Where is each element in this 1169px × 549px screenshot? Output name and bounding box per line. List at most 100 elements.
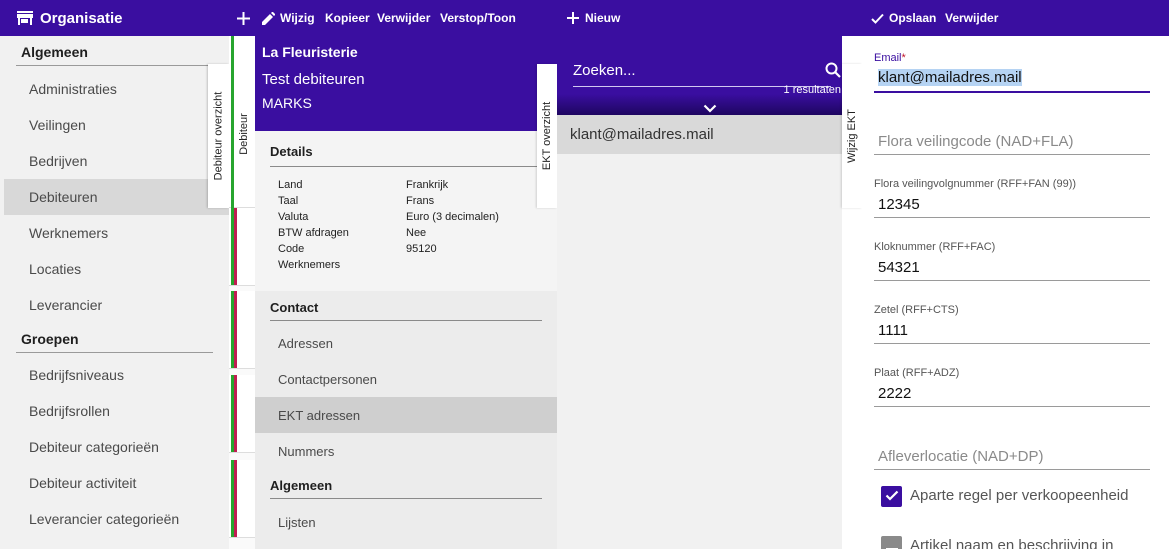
list-item[interactable]	[229, 291, 255, 369]
sidebar-item-veilingen[interactable]: Veilingen	[4, 107, 229, 143]
sidebar-item-leverancier-categorieen[interactable]: Leverancier categorieën	[4, 501, 229, 537]
sidebar-item-debiteur-activiteit[interactable]: Debiteur activiteit	[4, 465, 229, 501]
list-item[interactable]	[229, 208, 255, 286]
required-mark: *	[901, 52, 906, 64]
copy-label: Kopieer	[325, 11, 370, 25]
field-underline	[874, 343, 1150, 344]
tab-wijzig-ekt[interactable]: Wijzig EKT	[842, 64, 862, 208]
new-button[interactable]: Nieuw	[567, 0, 620, 36]
email-label: Email*	[874, 52, 906, 64]
list-item[interactable]	[229, 375, 255, 453]
field-underline	[874, 406, 1150, 407]
hide-show-label: Verstop/Toon	[440, 11, 516, 25]
edit-label: Wijzig	[280, 11, 315, 25]
debtor-header: La Fleuristerie Test debiteuren MARKS	[255, 36, 557, 131]
field-label: Code	[278, 243, 305, 255]
minus-icon	[885, 538, 898, 549]
contact-title: Contact	[270, 300, 319, 315]
sidebar-item-bedrijfsniveaus[interactable]: Bedrijfsniveaus	[4, 357, 229, 393]
debtor-name: La Fleuristerie	[262, 44, 358, 60]
save-button[interactable]: Opslaan	[871, 0, 936, 36]
search-input[interactable]: Zoeken...	[573, 62, 636, 79]
field-underline	[874, 280, 1150, 281]
status-bar	[234, 460, 237, 537]
menu-item-nummers[interactable]: Nummers	[255, 433, 557, 469]
field-value: Frans	[406, 195, 435, 207]
plus-icon	[567, 12, 579, 24]
sidebar-item-administraties[interactable]: Administraties	[4, 71, 229, 107]
copy-button[interactable]: Kopieer	[325, 0, 370, 36]
search-icon[interactable]	[825, 62, 841, 83]
tab-debiteur[interactable]: Debiteur	[234, 96, 254, 172]
plus-icon	[237, 11, 250, 25]
delete-ekt-button[interactable]: Verwijder	[945, 0, 998, 36]
tab-debiteur-overzicht-label: Debiteur overzicht	[212, 91, 225, 181]
sidebar-section-title: Groepen	[21, 331, 79, 347]
article-name-checkbox[interactable]	[881, 536, 902, 549]
sidebar-item-debiteuren[interactable]: Debiteuren	[4, 179, 229, 215]
menu-item-adressen[interactable]: Adressen	[255, 325, 557, 361]
field-label: BTW afdragen	[278, 227, 349, 239]
separate-line-checkbox[interactable]	[881, 486, 902, 507]
app-title[interactable]: Organisatie	[16, 0, 123, 36]
divider	[270, 166, 542, 167]
sidebar-item-bedrijven[interactable]: Bedrijven	[4, 143, 229, 179]
plate-field[interactable]: 2222	[878, 385, 911, 402]
email-field[interactable]: klant@mailadres.mail	[878, 69, 1022, 86]
sidebar-item-werknemers[interactable]: Werknemers	[4, 215, 229, 251]
field-value: Nee	[406, 227, 427, 239]
check-icon	[885, 488, 899, 506]
tab-wijzig-ekt-label: Wijzig EKT	[846, 109, 858, 163]
sidebar-section-title: Algemeen	[21, 44, 88, 60]
divider	[270, 320, 542, 321]
sidebar-item-leverancier[interactable]: Leverancier	[4, 287, 229, 323]
hide-show-button[interactable]: Verstop/Toon	[440, 0, 516, 36]
check-icon	[871, 13, 884, 24]
list-item[interactable]	[229, 460, 255, 538]
flora-code-field[interactable]: Flora veilingcode (NAD+FLA)	[878, 133, 1074, 150]
field-value: Euro (3 decimalen)	[406, 211, 499, 223]
tab-debiteur-label: Debiteur	[238, 113, 251, 155]
pencil-icon	[262, 11, 275, 25]
menu-item-ekt-adressen[interactable]: EKT adressen	[255, 397, 557, 433]
field-underline	[874, 217, 1150, 218]
clock-number-label: Kloknummer (RFF+FAC)	[874, 241, 996, 253]
menu-item-lijsten[interactable]: Lijsten	[255, 504, 557, 540]
field-label: Taal	[278, 195, 299, 207]
field-label: Land	[278, 179, 303, 191]
field-underline	[874, 154, 1150, 155]
sidebar-item-debiteur-categorieen[interactable]: Debiteur categorieën	[4, 429, 229, 465]
flora-seq-label: Flora veilingvolgnummer (RFF+FAN (99))	[874, 178, 1077, 190]
status-bar	[234, 375, 237, 452]
seat-field[interactable]: 1111	[878, 322, 908, 339]
email-label-text: Email	[874, 52, 902, 64]
divider	[16, 352, 213, 353]
ekt-edit-form: Email* klant@mailadres.mail Flora veilin…	[862, 36, 1169, 549]
result-count: 1 resultaten	[783, 84, 841, 96]
sidebar: Algemeen Administraties Veilingen Bedrij…	[0, 36, 229, 549]
sidebar-item-bedrijfsrollen[interactable]: Bedrijfsrollen	[4, 393, 229, 429]
sidebar-item-locaties[interactable]: Locaties	[4, 251, 229, 287]
field-value: 95120	[406, 243, 437, 255]
menu-item-contactpersonen[interactable]: Contactpersonen	[255, 361, 557, 397]
delivery-location-field[interactable]: Afleverlocatie (NAD+DP)	[878, 448, 1043, 465]
list-item[interactable]: klant@mailadres.mail	[557, 115, 842, 154]
field-label: Werknemers	[278, 259, 341, 271]
ekt-list-header: Zoeken... 1 resultaten	[557, 36, 842, 115]
delete-button[interactable]: Verwijder	[377, 0, 430, 36]
add-button[interactable]	[237, 0, 250, 36]
edit-button[interactable]: Wijzig	[262, 0, 315, 36]
separate-line-label: Aparte regel per verkoopeenheid	[910, 487, 1129, 504]
top-toolbar: Organisatie Wijzig Kopieer Verwijder Ver…	[0, 0, 1169, 36]
details-title: Details	[270, 144, 313, 159]
plate-label: Plaat (RFF+ADZ)	[874, 367, 960, 379]
tab-ekt-overzicht[interactable]: EKT overzicht	[537, 64, 557, 208]
ekt-list-panel: Zoeken... 1 resultaten klant@mailadres.m…	[557, 36, 842, 549]
flora-seq-field[interactable]: 12345	[878, 196, 920, 213]
tab-debiteur-overzicht[interactable]: Debiteur overzicht	[208, 64, 229, 208]
clock-number-field[interactable]: 54321	[878, 259, 920, 276]
status-bar	[234, 208, 237, 285]
debtor-subtitle: Test debiteuren	[262, 71, 365, 88]
app-title-label: Organisatie	[40, 9, 123, 27]
field-underline	[874, 469, 1150, 470]
